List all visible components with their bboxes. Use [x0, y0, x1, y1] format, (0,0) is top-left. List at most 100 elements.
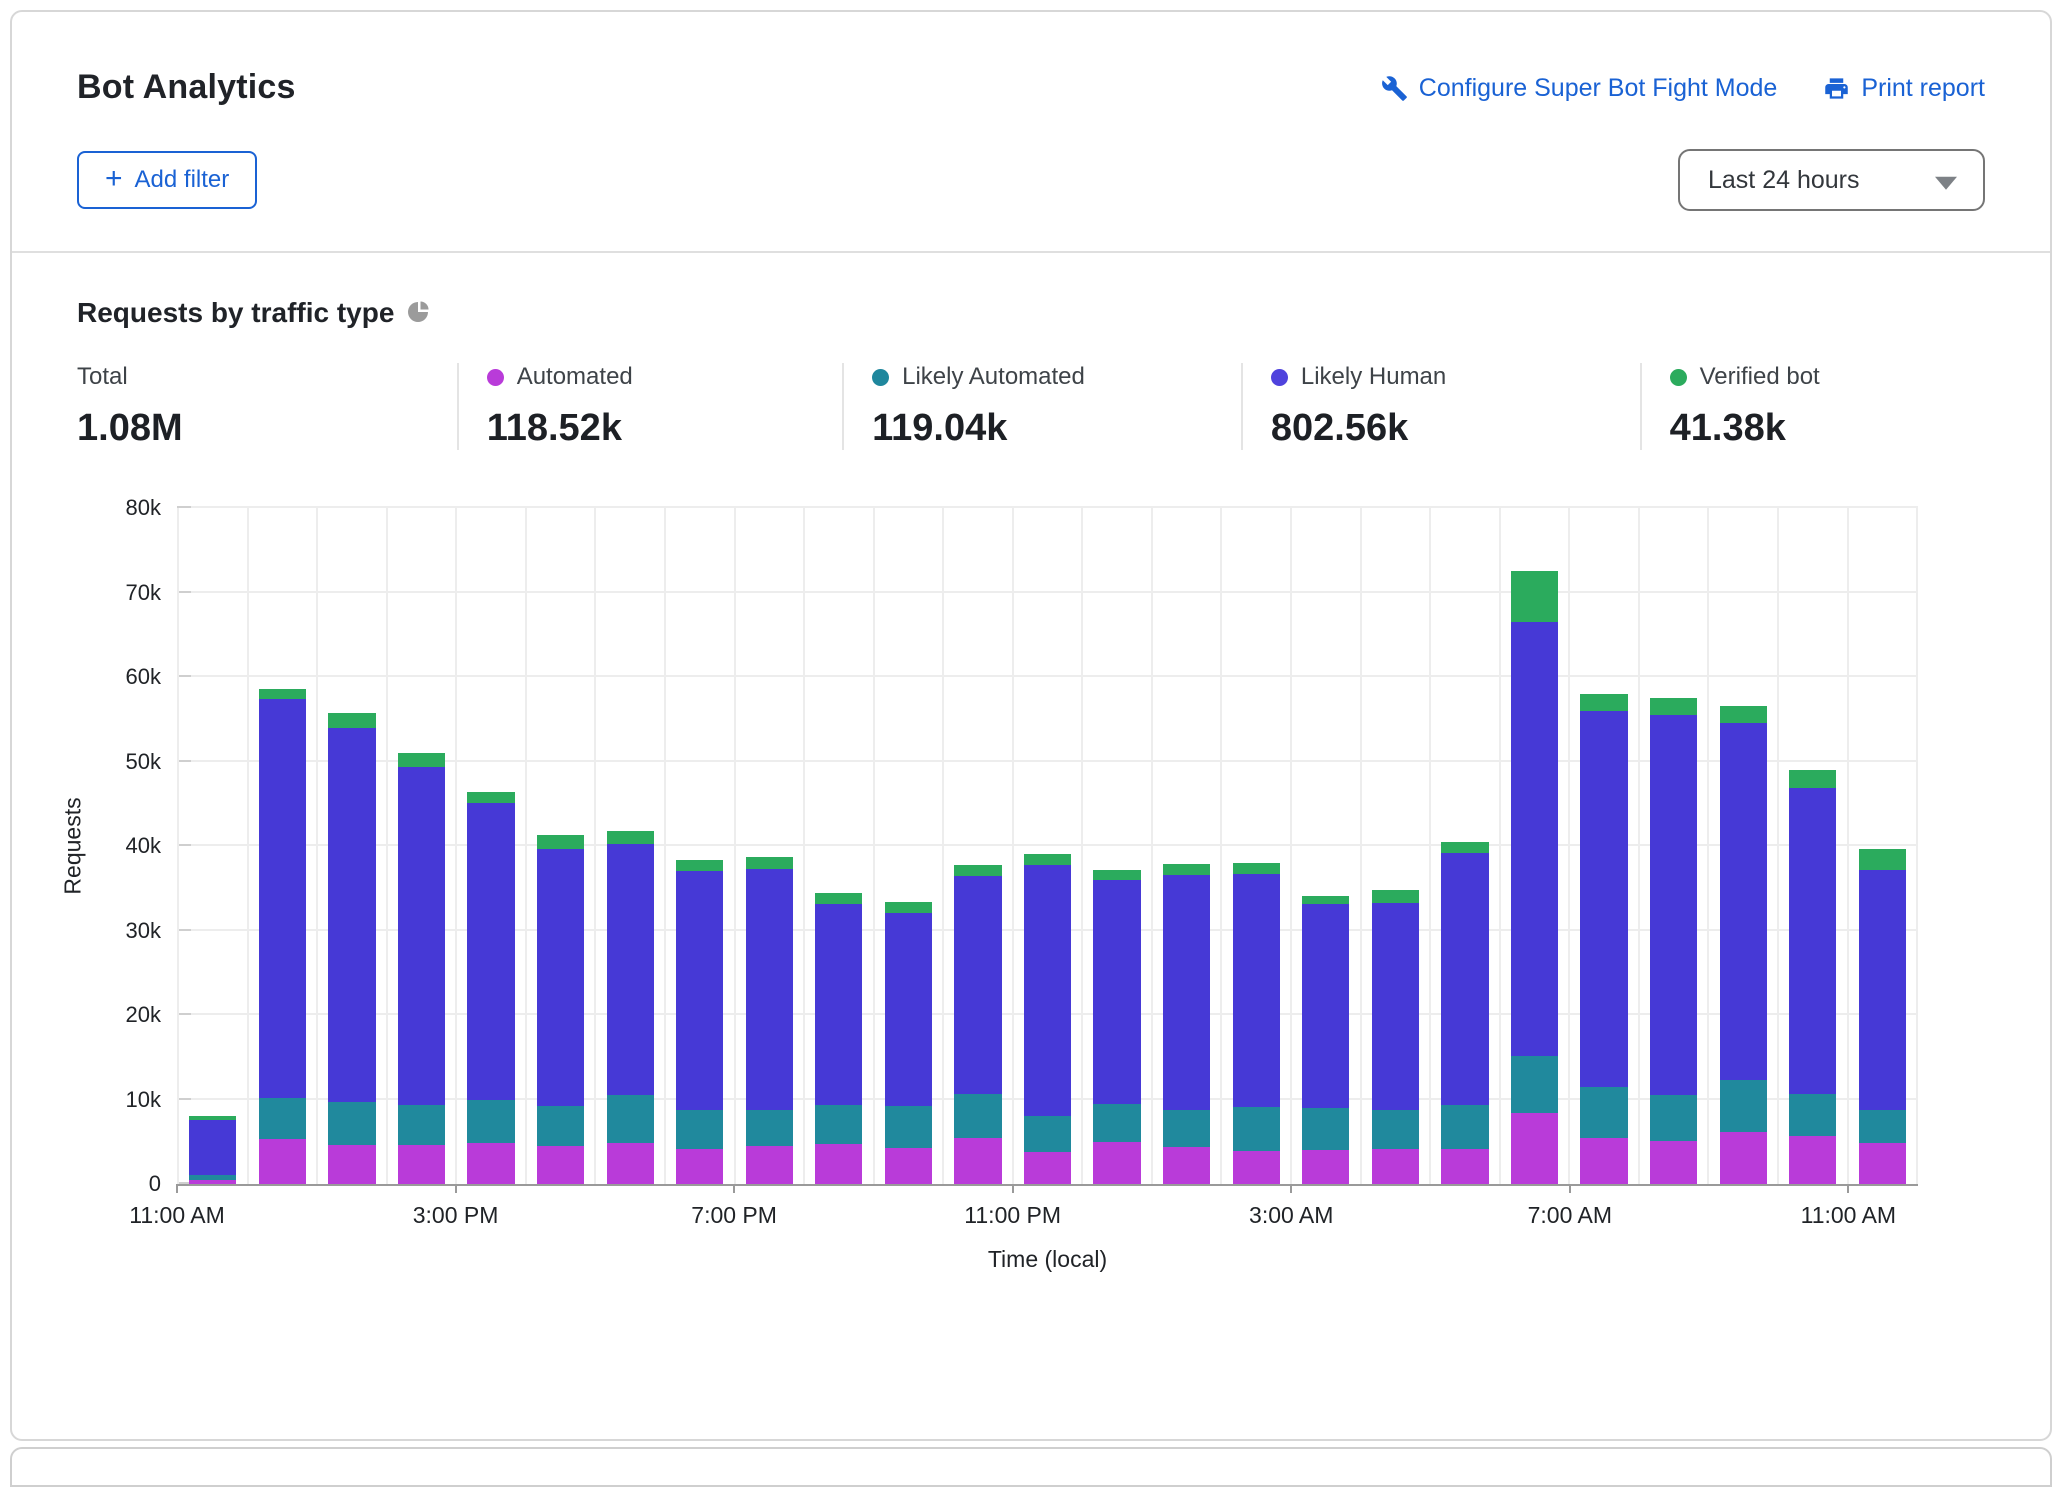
bar-segment-automated[interactable] — [467, 1143, 514, 1184]
bar-segment-likely-automated[interactable] — [1233, 1107, 1280, 1151]
bar-segment-likely-automated[interactable] — [1302, 1108, 1349, 1150]
bar-segment-likely-automated[interactable] — [467, 1100, 514, 1143]
bar-segment-automated[interactable] — [1372, 1149, 1419, 1184]
bar-segment-likely-automated[interactable] — [1024, 1116, 1071, 1151]
stacked-bar[interactable] — [1302, 508, 1349, 1184]
bar-segment-likely-automated[interactable] — [885, 1106, 932, 1147]
bar-segment-verified-bot[interactable] — [1233, 863, 1280, 874]
bar-segment-automated[interactable] — [1302, 1150, 1349, 1184]
bar-segment-automated[interactable] — [1441, 1149, 1488, 1184]
bar-segment-automated[interactable] — [1024, 1152, 1071, 1184]
stacked-bar[interactable] — [1024, 508, 1071, 1184]
stacked-bar[interactable] — [1859, 508, 1906, 1184]
bar-segment-automated[interactable] — [259, 1139, 306, 1184]
bar-segment-verified-bot[interactable] — [259, 689, 306, 699]
bar-segment-likely-human[interactable] — [1372, 903, 1419, 1110]
bar-segment-verified-bot[interactable] — [1511, 571, 1558, 622]
stacked-bar[interactable] — [398, 508, 445, 1184]
stacked-bar[interactable] — [815, 508, 862, 1184]
stacked-bar[interactable] — [328, 508, 375, 1184]
bar-segment-likely-automated[interactable] — [1650, 1095, 1697, 1141]
bar-segment-likely-human[interactable] — [1302, 904, 1349, 1108]
bar-segment-verified-bot[interactable] — [1789, 770, 1836, 788]
stacked-bar[interactable] — [1093, 508, 1140, 1184]
bar-segment-automated[interactable] — [1233, 1151, 1280, 1184]
add-filter-button[interactable]: + Add filter — [77, 151, 257, 209]
bar-segment-likely-human[interactable] — [607, 844, 654, 1096]
stacked-bar[interactable] — [885, 508, 932, 1184]
bar-segment-automated[interactable] — [1580, 1138, 1627, 1184]
bar-segment-automated[interactable] — [398, 1145, 445, 1184]
bar-segment-automated[interactable] — [1093, 1142, 1140, 1184]
bar-segment-likely-human[interactable] — [1441, 853, 1488, 1106]
bar-segment-verified-bot[interactable] — [607, 831, 654, 844]
bar-segment-automated[interactable] — [1720, 1132, 1767, 1184]
bar-segment-automated[interactable] — [328, 1145, 375, 1184]
bar-segment-verified-bot[interactable] — [1650, 698, 1697, 715]
bar-segment-likely-human[interactable] — [398, 767, 445, 1104]
bar-segment-likely-human[interactable] — [1511, 622, 1558, 1056]
stacked-bar[interactable] — [1233, 508, 1280, 1184]
bar-segment-automated[interactable] — [1650, 1141, 1697, 1184]
bar-segment-likely-automated[interactable] — [1511, 1056, 1558, 1113]
bar-segment-likely-automated[interactable] — [1372, 1110, 1419, 1150]
bar-segment-likely-automated[interactable] — [1580, 1087, 1627, 1139]
bar-segment-automated[interactable] — [607, 1143, 654, 1184]
bar-segment-verified-bot[interactable] — [537, 835, 584, 849]
stacked-bar[interactable] — [467, 508, 514, 1184]
bar-segment-likely-human[interactable] — [885, 913, 932, 1107]
bar-segment-likely-automated[interactable] — [676, 1110, 723, 1149]
bar-segment-likely-human[interactable] — [1859, 870, 1906, 1110]
bar-segment-likely-automated[interactable] — [259, 1098, 306, 1139]
bar-segment-verified-bot[interactable] — [1163, 864, 1210, 875]
bar-segment-verified-bot[interactable] — [954, 865, 1001, 876]
bar-segment-automated[interactable] — [676, 1149, 723, 1184]
bar-segment-automated[interactable] — [537, 1146, 584, 1184]
time-range-select[interactable]: Last 24 hours — [1678, 149, 1985, 211]
stacked-bar[interactable] — [1163, 508, 1210, 1184]
bar-segment-likely-automated[interactable] — [1859, 1110, 1906, 1143]
bar-segment-likely-human[interactable] — [954, 876, 1001, 1095]
bar-segment-likely-automated[interactable] — [1789, 1094, 1836, 1136]
configure-super-bot-fight-mode-link[interactable]: Configure Super Bot Fight Mode — [1381, 74, 1778, 103]
bar-segment-verified-bot[interactable] — [885, 902, 932, 913]
bar-segment-likely-human[interactable] — [1163, 875, 1210, 1110]
bar-segment-likely-human[interactable] — [1093, 880, 1140, 1104]
stacked-bar[interactable] — [1650, 508, 1697, 1184]
bar-segment-verified-bot[interactable] — [1024, 854, 1071, 865]
bar-segment-verified-bot[interactable] — [746, 857, 793, 869]
bar-segment-likely-automated[interactable] — [815, 1105, 862, 1145]
bar-segment-verified-bot[interactable] — [398, 753, 445, 767]
bar-segment-automated[interactable] — [1789, 1136, 1836, 1184]
bar-segment-verified-bot[interactable] — [1859, 849, 1906, 869]
bar-segment-likely-human[interactable] — [815, 904, 862, 1104]
stacked-bar[interactable] — [189, 508, 236, 1184]
bar-segment-automated[interactable] — [1859, 1143, 1906, 1184]
bar-segment-automated[interactable] — [885, 1148, 932, 1184]
stacked-bar[interactable] — [1580, 508, 1627, 1184]
bar-segment-likely-human[interactable] — [537, 849, 584, 1106]
bar-segment-likely-human[interactable] — [1720, 723, 1767, 1080]
bar-segment-likely-human[interactable] — [1789, 788, 1836, 1094]
bar-segment-verified-bot[interactable] — [815, 893, 862, 904]
stacked-bar[interactable] — [537, 508, 584, 1184]
bar-segment-verified-bot[interactable] — [1302, 896, 1349, 904]
stacked-bar[interactable] — [1511, 508, 1558, 1184]
bar-segment-automated[interactable] — [189, 1180, 236, 1184]
bar-segment-likely-human[interactable] — [189, 1120, 236, 1175]
bar-segment-automated[interactable] — [1511, 1113, 1558, 1184]
stacked-bar[interactable] — [1720, 508, 1767, 1184]
bar-segment-verified-bot[interactable] — [1093, 870, 1140, 880]
bar-segment-likely-human[interactable] — [328, 728, 375, 1102]
bar-segment-verified-bot[interactable] — [676, 860, 723, 872]
bar-segment-likely-human[interactable] — [259, 699, 306, 1098]
bar-segment-verified-bot[interactable] — [1580, 694, 1627, 711]
stacked-bar[interactable] — [259, 508, 306, 1184]
bar-segment-likely-human[interactable] — [1650, 715, 1697, 1095]
stacked-bar[interactable] — [1441, 508, 1488, 1184]
bar-segment-likely-automated[interactable] — [1720, 1080, 1767, 1132]
bar-segment-likely-human[interactable] — [1580, 711, 1627, 1087]
bar-segment-automated[interactable] — [1163, 1147, 1210, 1184]
bar-segment-automated[interactable] — [815, 1144, 862, 1184]
stacked-bar[interactable] — [1789, 508, 1836, 1184]
